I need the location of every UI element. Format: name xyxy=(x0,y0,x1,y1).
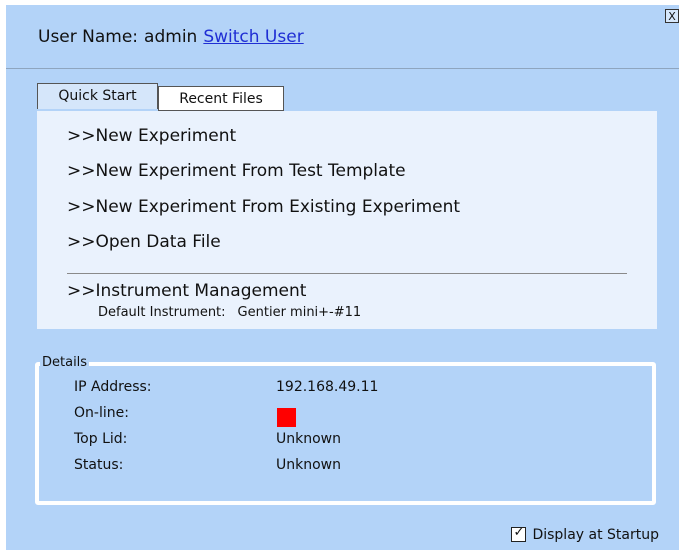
default-instrument-value: Gentier mini+-#11 xyxy=(237,305,362,320)
tab-recent-files[interactable]: Recent Files xyxy=(158,86,284,111)
new-from-template-link[interactable]: >>New Experiment From Test Template xyxy=(67,159,406,183)
default-instrument: Default Instrument: Gentier mini+-#11 xyxy=(98,304,361,322)
detail-label-status: Status: xyxy=(74,457,124,473)
display-at-startup-checkbox[interactable]: ✓ xyxy=(511,525,527,542)
new-from-existing-link[interactable]: >>New Experiment From Existing Experimen… xyxy=(67,195,460,219)
switch-user-link[interactable]: Switch User xyxy=(203,27,303,47)
detail-value-ip: 192.168.49.11 xyxy=(276,379,379,395)
user-name-value: admin xyxy=(144,27,198,47)
checkmark-icon: ✓ xyxy=(513,525,525,540)
close-button[interactable]: X xyxy=(665,9,679,23)
panel-divider xyxy=(67,273,627,274)
detail-label-online: On-line: xyxy=(74,405,129,421)
detail-label-ip: IP Address: xyxy=(74,379,152,395)
details-title: Details xyxy=(40,355,90,371)
display-at-startup: ✓ Display at Startup xyxy=(511,524,659,546)
user-row: User Name: admin Switch User xyxy=(38,25,304,49)
default-instrument-label: Default Instrument: xyxy=(98,305,226,320)
detail-label-top-lid: Top Lid: xyxy=(74,431,128,447)
user-name-label: User Name: xyxy=(38,27,139,47)
detail-value-status: Unknown xyxy=(276,457,341,473)
tab-quick-start[interactable]: Quick Start xyxy=(37,83,158,109)
open-data-file-link[interactable]: >>Open Data File xyxy=(67,230,221,254)
display-at-startup-label[interactable]: Display at Startup xyxy=(532,527,659,543)
detail-value-top-lid: Unknown xyxy=(276,431,341,447)
instrument-management-link[interactable]: >>Instrument Management xyxy=(67,279,306,303)
header-divider xyxy=(6,68,679,69)
start-dialog: X User Name: admin Switch User Quick Start… xyxy=(6,5,679,550)
online-status-indicator xyxy=(277,408,296,427)
quick-start-panel: >>New Experiment >>New Experiment From T… xyxy=(37,111,657,329)
new-experiment-link[interactable]: >>New Experiment xyxy=(67,124,236,148)
